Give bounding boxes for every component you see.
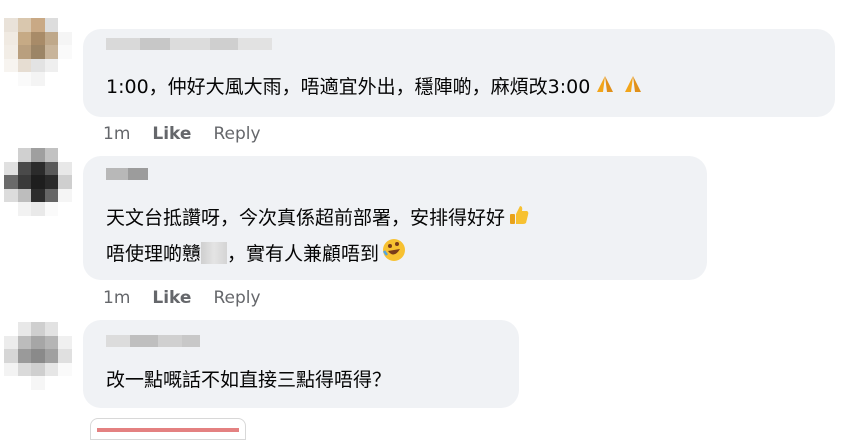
like-button[interactable]: Like [152, 288, 191, 308]
comment-text: 天文台抵讚呀，今次真係超前部署，安排得好好 [106, 203, 531, 234]
avatar[interactable] [4, 322, 72, 390]
rolling-laughing-emoji [381, 237, 407, 270]
blurred-word [201, 242, 228, 264]
folded-hands-emoji [620, 74, 646, 103]
blurred-username[interactable] [106, 38, 272, 50]
comment-actions: 1m Like Reply [103, 124, 261, 144]
blurred-username[interactable] [106, 168, 148, 180]
comment-text: 唔使理啲戇 ，實有人兼顧唔到 [106, 237, 407, 270]
comment-bubble [83, 320, 519, 408]
reply-button[interactable]: Reply [213, 288, 260, 308]
folded-hands-emoji [592, 74, 618, 103]
avatar[interactable] [4, 148, 72, 216]
next-comment-preview[interactable] [90, 418, 246, 440]
avatar[interactable] [4, 18, 72, 86]
comment-time[interactable]: 1m [103, 124, 130, 144]
like-button[interactable]: Like [152, 124, 191, 144]
comment-actions: 1m Like Reply [103, 288, 261, 308]
blurred-username[interactable] [106, 335, 200, 347]
comment-time[interactable]: 1m [103, 288, 130, 308]
thumbs-up-emoji [507, 203, 531, 234]
comment-text: 改一點嘅話不如直接三點得唔得？ [106, 369, 392, 391]
reply-button[interactable]: Reply [213, 124, 260, 144]
comment-text: 1:00，仲好大風大雨，唔適宜外出，穩陣啲，麻煩改3:00 [106, 74, 646, 103]
